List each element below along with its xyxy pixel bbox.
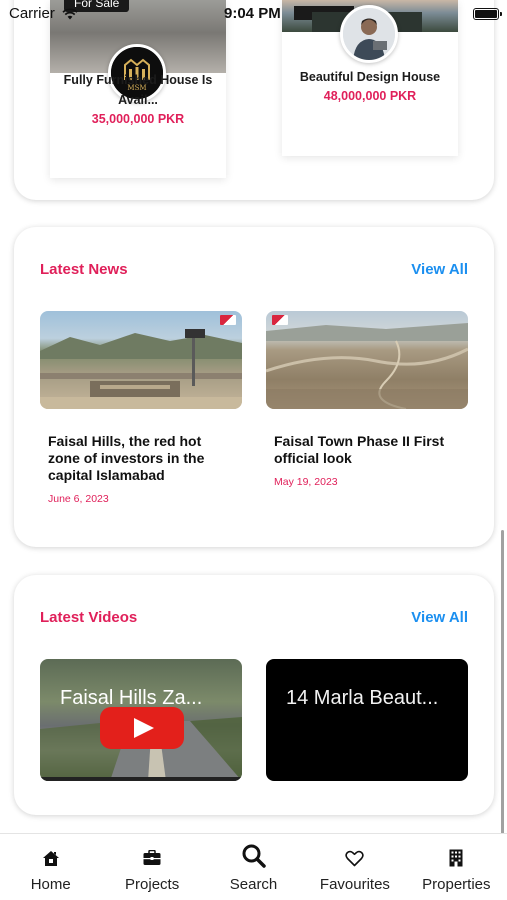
watermark-logo-icon: [220, 315, 236, 325]
videos-view-all-link[interactable]: View All: [411, 609, 468, 626]
youtube-play-icon[interactable]: [100, 707, 184, 749]
property-price: 35,000,000 PKR: [91, 112, 185, 126]
featured-properties-card: For Sale MSM Fully Furnished House Is Av…: [14, 0, 494, 200]
latest-news-section: Latest News View All Faisal Hills, the r…: [14, 227, 494, 547]
tab-label: Favourites: [319, 876, 390, 893]
section-title: Latest News: [40, 261, 128, 278]
news-view-all-link[interactable]: View All: [411, 261, 468, 278]
news-item[interactable]: Faisal Hills, the red hot zone of invest…: [40, 311, 242, 505]
news-image: [266, 311, 468, 409]
scroll-indicator[interactable]: [501, 530, 504, 848]
battery-icon: [473, 8, 502, 20]
search-icon: [240, 842, 268, 870]
wifi-icon: [62, 7, 78, 25]
tab-label: Properties: [422, 876, 491, 893]
app-screen: Carrier 9:04 PM For Sale MSM Fully Furni…: [0, 0, 507, 900]
news-title: Faisal Hills, the red hot zone of invest…: [48, 433, 205, 483]
clock: 9:04 PM: [224, 5, 281, 22]
news-date: June 6, 2023: [48, 493, 109, 505]
news-image: [40, 311, 242, 409]
tab-search[interactable]: Search: [203, 834, 304, 900]
status-bar: Carrier 9:04 PM: [0, 0, 507, 28]
bottom-tab-bar: Home Projects Search Favourites Properti…: [0, 833, 507, 900]
tab-home[interactable]: Home: [0, 834, 101, 900]
news-title: Faisal Town Phase II First official look: [274, 433, 445, 466]
video-progress-bar: [40, 777, 242, 781]
carrier-label: Carrier: [9, 5, 55, 22]
tab-projects[interactable]: Projects: [101, 834, 202, 900]
tab-label: Search: [229, 876, 278, 893]
property-price: 48,000,000 PKR: [323, 89, 417, 103]
video-thumbnail[interactable]: Faisal Hills Za...: [40, 659, 242, 781]
property-title: Fully Furnished House Is Avail...: [63, 73, 213, 107]
tab-favourites[interactable]: Favourites: [304, 834, 405, 900]
news-item[interactable]: Faisal Town Phase II First official look…: [266, 311, 468, 488]
news-date: May 19, 2023: [274, 476, 338, 488]
home-icon: [39, 847, 63, 869]
video-title: 14 Marla Beaut...: [286, 687, 439, 709]
tab-label: Projects: [125, 876, 180, 893]
section-title: Latest Videos: [40, 609, 138, 626]
briefcase-icon: [140, 847, 164, 869]
video-thumbnail[interactable]: 14 Marla Beaut...: [266, 659, 468, 781]
watermark-logo-icon: [272, 315, 288, 325]
heart-icon: [343, 847, 367, 869]
property-title: Beautiful Design House: [299, 70, 441, 84]
tab-label: Home: [30, 876, 71, 893]
tab-properties[interactable]: Properties: [406, 834, 507, 900]
latest-videos-section: Latest Videos View All Faisal Hills Za..…: [14, 575, 494, 815]
building-icon: [444, 847, 468, 869]
